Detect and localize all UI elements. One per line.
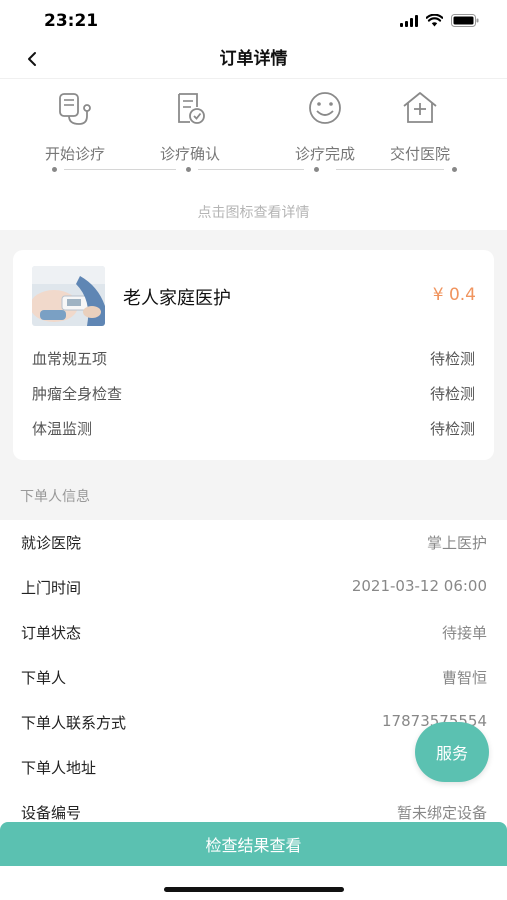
progress-dot	[452, 167, 457, 172]
treatment-progress: 开始诊疗 诊疗确认 诊疗完成 交付医院 点击图标查看详情	[0, 78, 507, 230]
info-value: 曹智恒	[441, 669, 487, 687]
exam-item-status: 待检测	[429, 420, 475, 438]
progress-dot	[186, 167, 191, 172]
hospital-icon	[403, 92, 437, 123]
info-row-visit-time: 上门时间 2021-03-12 06:00	[0, 565, 507, 610]
status-bar: 23:21	[0, 0, 507, 42]
info-label: 订单状态	[21, 624, 82, 642]
step-treatment-complete[interactable]: 诊疗完成	[280, 89, 370, 164]
service-name: 老人家庭医护	[123, 288, 231, 309]
info-row-hospital: 就诊医院 掌上医护	[0, 520, 507, 565]
exam-item-name: 体温监测	[32, 420, 93, 438]
document-check-icon	[178, 93, 205, 124]
info-label: 就诊医院	[21, 534, 82, 552]
info-label: 下单人联系方式	[21, 714, 127, 732]
info-label: 设备编号	[21, 804, 82, 822]
page-title: 订单详情	[219, 49, 288, 69]
info-label: 下单人	[21, 669, 67, 687]
progress-hint[interactable]: 点击图标查看详情	[0, 202, 507, 222]
signal-icon	[400, 14, 418, 27]
exam-item-name: 血常规五项	[32, 350, 108, 368]
progress-line	[198, 169, 304, 170]
order-detail-screen: 23:21 订单详情 开始诊疗 诊疗确认 诊疗完成 交付医院 点击图标查看详情 …	[0, 0, 507, 900]
exam-item-status: 待检测	[429, 350, 475, 368]
status-time: 23:21	[44, 11, 99, 31]
progress-line	[64, 169, 176, 170]
step-label: 开始诊疗	[44, 145, 105, 163]
service-thumbnail	[32, 266, 105, 326]
service-price: ¥ 0.4	[432, 285, 476, 305]
info-value: 掌上医护	[426, 534, 487, 552]
view-results-button[interactable]: 检查结果查看	[0, 822, 507, 866]
info-row-order-status: 订单状态 待接单	[0, 610, 507, 655]
info-label: 上门时间	[21, 579, 82, 597]
progress-dot	[314, 167, 319, 172]
blood-pressure-photo	[32, 266, 105, 326]
info-value: 待接单	[441, 624, 487, 642]
info-value: 暂未绑定设备	[396, 804, 487, 822]
info-row-orderer: 下单人 曹智恒	[0, 655, 507, 700]
step-treatment-confirm[interactable]: 诊疗确认	[145, 89, 235, 164]
progress-track	[52, 167, 457, 172]
smile-icon	[309, 92, 341, 124]
service-floating-button[interactable]: 服务	[415, 722, 489, 782]
step-label: 诊疗完成	[294, 145, 355, 163]
step-label: 交付医院	[389, 145, 450, 163]
info-label: 下单人地址	[21, 759, 97, 777]
wifi-icon	[426, 14, 443, 27]
exam-item-name: 肿瘤全身检查	[32, 385, 123, 403]
progress-line	[336, 169, 444, 170]
step-start-treatment[interactable]: 开始诊疗	[30, 89, 120, 164]
exam-item: 血常规五项 待检测	[32, 348, 475, 372]
exam-item-status: 待检测	[429, 385, 475, 403]
exam-item: 体温监测 待检测	[32, 418, 475, 442]
home-indicator-area	[0, 866, 507, 900]
progress-dot	[52, 167, 57, 172]
orderer-section-title: 下单人信息	[20, 489, 90, 505]
step-deliver-hospital[interactable]: 交付医院	[375, 89, 465, 164]
info-value: 2021-03-12 06:00	[351, 577, 487, 595]
status-icons	[400, 14, 479, 27]
step-label: 诊疗确认	[159, 145, 220, 163]
service-card: 老人家庭医护 ¥ 0.4 血常规五项 待检测 肿瘤全身检查 待检测 体温监测 待…	[13, 250, 494, 460]
battery-icon	[451, 14, 479, 27]
exam-item: 肿瘤全身检查 待检测	[32, 383, 475, 407]
stethoscope-icon	[59, 93, 91, 125]
navigation-bar: 订单详情	[0, 42, 507, 78]
home-indicator[interactable]	[164, 887, 344, 892]
